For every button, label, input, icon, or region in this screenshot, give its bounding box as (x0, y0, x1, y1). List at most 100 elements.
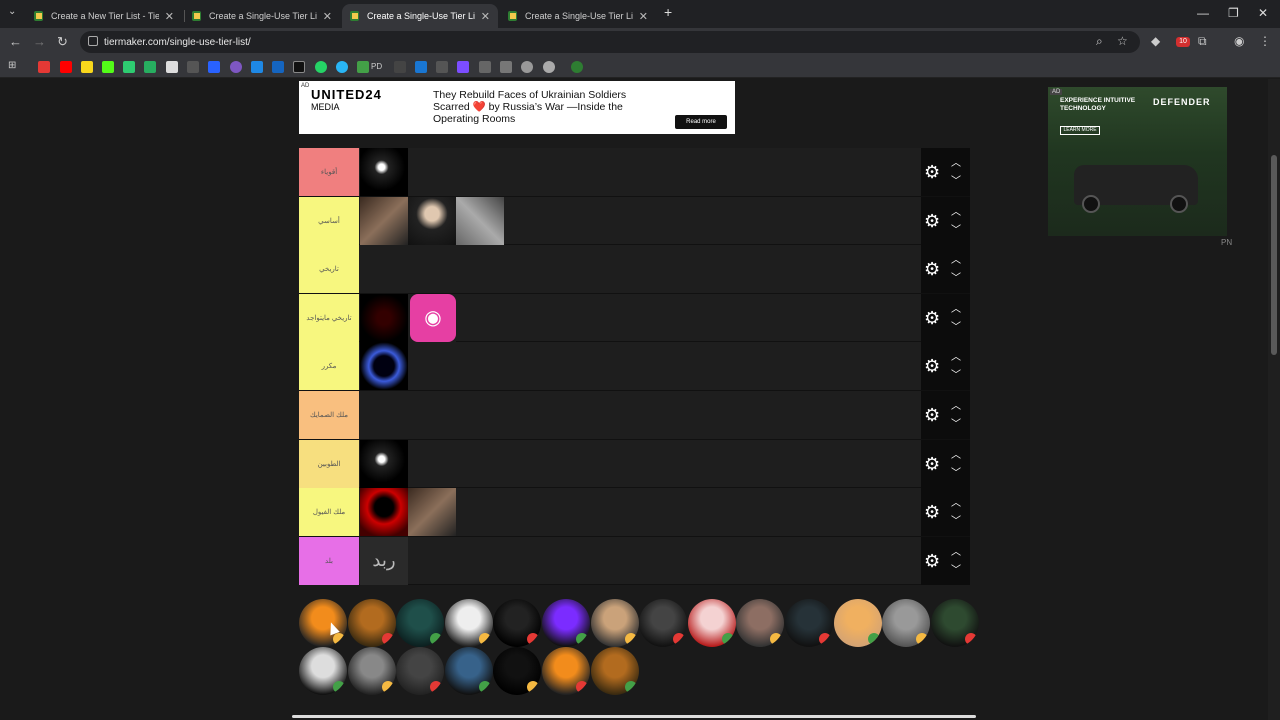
bookmark-icon-8[interactable] (187, 61, 199, 73)
bookmark-icon-21[interactable] (500, 61, 512, 73)
tier-label[interactable]: تاريخي (299, 245, 359, 294)
tier-item-image[interactable] (456, 196, 504, 245)
restore-button[interactable]: ❐ (1228, 6, 1239, 20)
bookmark-icon-5[interactable] (123, 61, 135, 73)
gear-icon[interactable]: ⚙ (924, 163, 942, 181)
extensions-puzzle-icon[interactable]: ⧉ (1198, 34, 1207, 49)
minimize-button[interactable]: — (1197, 6, 1209, 20)
pool-item-image[interactable] (882, 599, 931, 647)
tier-item-image[interactable] (360, 293, 408, 342)
tier-items[interactable] (360, 439, 408, 488)
chevron-down-icon[interactable]: ﹀ (951, 269, 961, 284)
chevron-down-icon[interactable]: ﹀ (951, 318, 961, 333)
pool-item-image[interactable] (299, 647, 347, 695)
chevron-down-icon[interactable]: ﹀ (951, 512, 961, 527)
pool-item-image[interactable] (930, 599, 979, 647)
whatsapp-icon[interactable] (315, 61, 327, 73)
site-info-icon[interactable] (88, 36, 98, 46)
bookmark-icon-22[interactable] (521, 61, 533, 73)
bookmark-icon-19[interactable] (457, 61, 469, 73)
tab-3[interactable]: Create a Single-Use Tier List (Pe ✕ (342, 4, 498, 28)
tier-label[interactable]: بلد (299, 536, 359, 585)
back-icon[interactable]: ← (9, 34, 22, 49)
tier-item-image[interactable] (360, 342, 408, 391)
close-icon[interactable]: ✕ (165, 10, 174, 23)
chevron-down-icon[interactable]: ﹀ (951, 366, 961, 381)
top-ad-banner[interactable]: AD UNITED24 MEDIA They Rebuild Faces of … (299, 81, 735, 134)
bookmark-icon-20[interactable] (479, 61, 491, 73)
bookmark-icon-11[interactable] (251, 61, 263, 73)
gear-icon[interactable]: ⚙ (924, 309, 942, 327)
chevron-down-icon[interactable]: ﹀ (951, 415, 961, 430)
gear-icon[interactable]: ⚙ (924, 552, 942, 570)
profile-avatar[interactable]: ◉ (1234, 34, 1244, 48)
pool-item-image[interactable] (396, 647, 445, 695)
bookmark-icon-1[interactable] (38, 61, 50, 73)
tab-1[interactable]: Create a New Tier List - TierMaker ✕ (26, 4, 182, 28)
tiktok-icon[interactable] (293, 61, 305, 73)
telegram-icon[interactable] (336, 61, 348, 73)
tier-items[interactable] (360, 148, 408, 196)
pool-item-image[interactable] (590, 599, 639, 647)
chevron-up-icon[interactable]: ︿ (951, 300, 961, 315)
pool-item-image[interactable] (396, 599, 445, 647)
pool-item-image[interactable] (347, 647, 396, 695)
pool-item-image[interactable] (639, 599, 688, 647)
tier-label[interactable]: تاريخي مايتواجد (299, 293, 359, 342)
address-bar[interactable]: tiermaker.com/single-use-tier-list/ (80, 31, 1140, 53)
tier-item-image[interactable]: ربد (360, 536, 408, 585)
ad-read-more-button[interactable]: Read more (675, 115, 727, 129)
tier-item-image[interactable] (360, 196, 408, 245)
bookmark-icon-3[interactable] (81, 61, 93, 73)
scrollbar-thumb[interactable] (1271, 155, 1277, 355)
gear-icon[interactable]: ⚙ (924, 406, 942, 424)
chevron-up-icon[interactable]: ︿ (951, 251, 961, 266)
forward-icon[interactable]: → (33, 34, 46, 49)
tier-item-image[interactable] (360, 439, 408, 488)
right-ad-banner[interactable]: AD EXPERIENCE INTUITIVE TECHNOLOGY DEFEN… (1048, 87, 1227, 236)
bookmark-icon-23[interactable] (543, 61, 555, 73)
bookmark-icon-pd[interactable] (357, 61, 369, 73)
chevron-up-icon[interactable]: ︿ (951, 446, 961, 461)
chevron-down-icon[interactable]: ﹀ (951, 464, 961, 479)
youtube-icon[interactable] (60, 61, 72, 73)
chevron-down-icon[interactable]: ﹀ (951, 561, 961, 576)
reload-icon[interactable]: ↻ (57, 34, 68, 50)
bookmark-icon-17[interactable] (415, 61, 427, 73)
tier-label[interactable]: أقوياء (299, 148, 359, 196)
tab-4[interactable]: Create a Single-Use Tier List (Pe ✕ (500, 4, 656, 28)
tier-items[interactable]: ◉ (360, 293, 456, 342)
tier-item-image[interactable] (360, 148, 408, 196)
bookmark-icon-12[interactable] (272, 61, 284, 73)
pool-item-image[interactable] (785, 599, 833, 647)
tier-items[interactable] (360, 196, 504, 245)
close-window-button[interactable]: ✕ (1258, 6, 1268, 20)
tier-item-image[interactable] (408, 488, 456, 537)
chevron-down-icon[interactable]: ﹀ (951, 221, 961, 236)
gear-icon[interactable]: ⚙ (924, 503, 942, 521)
pool-item-image[interactable] (444, 599, 493, 647)
gear-icon[interactable]: ⚙ (924, 455, 942, 473)
bookmark-icon-9[interactable] (208, 61, 220, 73)
pool-item-image[interactable] (493, 599, 542, 647)
tier-item-image[interactable] (408, 196, 456, 245)
menu-icon[interactable]: ⋮ (1259, 34, 1271, 48)
pool-item-image[interactable] (542, 599, 590, 647)
chevron-up-icon[interactable]: ︿ (951, 397, 961, 412)
chevron-up-icon[interactable]: ︿ (951, 203, 961, 218)
kick-icon[interactable] (102, 61, 114, 73)
xbox-icon[interactable] (571, 61, 583, 73)
ad-learn-more-button[interactable]: LEARN MORE (1060, 126, 1100, 135)
bookmark-icon-18[interactable] (436, 61, 448, 73)
pool-item-image[interactable] (347, 599, 396, 647)
bookmark-icon-7[interactable] (166, 61, 178, 73)
pool-item-image[interactable] (590, 647, 639, 695)
vertical-scrollbar[interactable] (1268, 79, 1280, 720)
bookmark-icon-10[interactable] (230, 61, 242, 73)
chevron-up-icon[interactable]: ︿ (951, 543, 961, 558)
tier-label[interactable]: الطوبين (299, 439, 359, 488)
tier-items[interactable]: ربد (360, 536, 408, 585)
tier-items[interactable] (360, 488, 456, 537)
zoom-icon[interactable]: ⌕ (1096, 34, 1103, 49)
tier-item-image[interactable]: ◉ (408, 293, 456, 342)
